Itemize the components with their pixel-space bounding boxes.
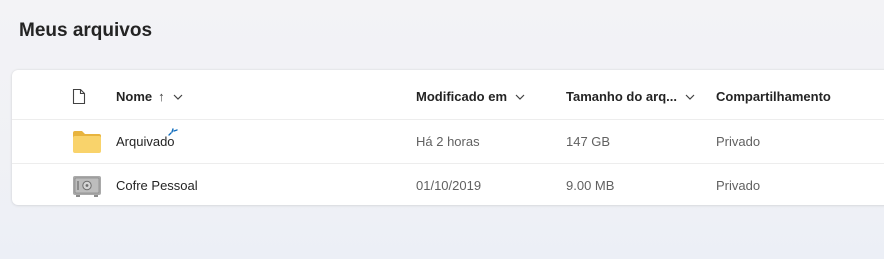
name-column-header[interactable]: Nome ↑ xyxy=(116,74,406,119)
file-name-link[interactable]: Arquivado xyxy=(116,120,406,163)
chevron-down-icon[interactable] xyxy=(173,94,183,100)
sharing-value: Privado xyxy=(716,134,761,149)
file-type-icon xyxy=(72,88,86,105)
sharing-header-label: Compartilhamento xyxy=(716,89,831,104)
size-header-label: Tamanho do arq... xyxy=(566,89,677,104)
file-name-link[interactable]: Cofre Pessoal xyxy=(116,164,406,207)
size-value: 147 GB xyxy=(566,134,611,149)
folder-icon xyxy=(72,120,178,163)
size-column-header[interactable]: Tamanho do arq... xyxy=(566,74,706,119)
vault-icon xyxy=(72,164,112,207)
file-type-column-header[interactable] xyxy=(72,74,112,119)
modified-value: Há 2 horas xyxy=(416,134,480,149)
page-title: Meus arquivos xyxy=(19,20,153,41)
file-list: Nome ↑ Modificado em Tamanho do arq... C… xyxy=(12,70,884,205)
sharing-value: Privado xyxy=(716,178,761,193)
chevron-down-icon[interactable] xyxy=(685,94,695,100)
modified-value: 01/10/2019 xyxy=(416,178,482,193)
column-header-row: Nome ↑ Modificado em Tamanho do arq... C… xyxy=(12,74,884,120)
table-row[interactable]: Cofre Pessoal 01/10/2019 9.00 MB Privado xyxy=(12,164,884,207)
sharing-column-header[interactable]: Compartilhamento xyxy=(716,74,884,119)
name-header-label: Nome xyxy=(116,89,153,104)
modified-column-header[interactable]: Modificado em xyxy=(416,74,556,119)
table-row[interactable]: Arquivado Há 2 horas 147 GB Privado xyxy=(12,120,884,164)
chevron-down-icon[interactable] xyxy=(515,94,525,100)
modified-header-label: Modificado em xyxy=(416,89,508,104)
size-value: 9.00 MB xyxy=(566,178,615,193)
sort-ascending-icon: ↑ xyxy=(158,89,165,104)
